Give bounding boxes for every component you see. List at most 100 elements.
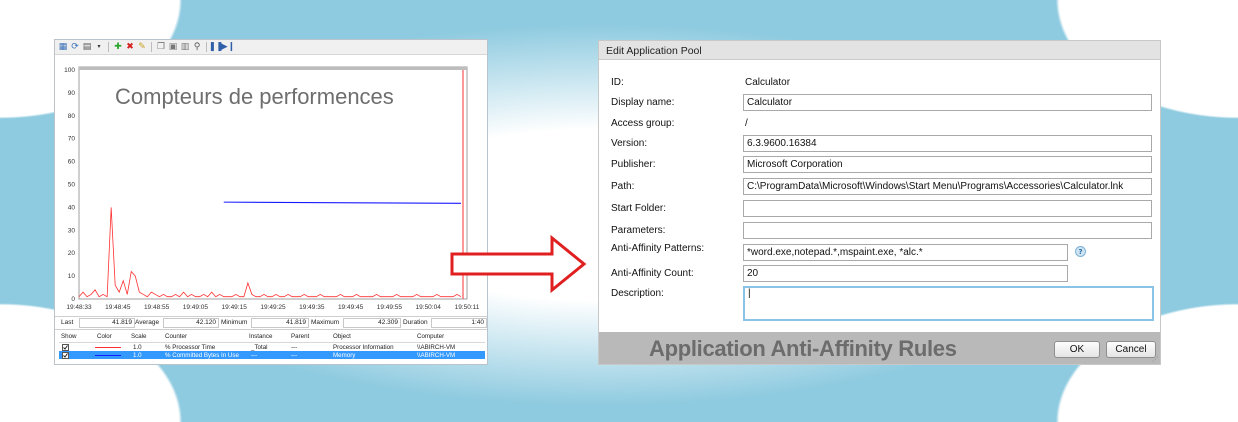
- performance-monitor-window: ▦ ⟳ ▤ ▾ ✚ ✖ ✎ ❐ ▣ ▥ ⚲ ❚❚ ▶❙ 100 90 80 70 60 5…: [54, 39, 488, 365]
- stat-average-label: Average: [135, 319, 160, 326]
- x-axis-ticks: 19:48:33 19:48:45 19:48:55 19:49:05 19:49:15…: [66, 304, 479, 311]
- stat-minimum-label: Minimum: [221, 319, 248, 326]
- stat-duration-value: 1:40: [431, 318, 487, 328]
- cell-scale: 1.0: [133, 352, 142, 359]
- stat-last-value: 41.819: [79, 318, 135, 328]
- path-label: Path:: [611, 181, 635, 192]
- update-data-icon[interactable]: ▶❙: [221, 42, 235, 52]
- show-checkbox[interactable]: [62, 352, 69, 359]
- description-label: Description:: [611, 288, 664, 299]
- change-graph-type-icon[interactable]: ▤: [82, 42, 92, 52]
- x-tick-label: 19:49:45: [338, 304, 364, 311]
- column-header[interactable]: Scale: [131, 333, 146, 340]
- cell-counter: % Processor Time: [165, 344, 216, 351]
- stat-minimum-value: 41.819: [251, 318, 309, 328]
- display-name-input[interactable]: Calculator: [743, 94, 1152, 111]
- y-tick-label: 40: [68, 204, 76, 211]
- x-tick-label: 19:48:33: [66, 304, 92, 311]
- column-header[interactable]: Color: [97, 333, 112, 340]
- toolbar-separator: [151, 42, 152, 52]
- highlight-icon[interactable]: ✎: [137, 42, 147, 52]
- y-tick-label: 80: [68, 113, 76, 120]
- parameters-label: Parameters:: [611, 225, 666, 236]
- ok-button[interactable]: OK: [1054, 341, 1100, 358]
- x-tick-label: 19:49:05: [183, 304, 209, 311]
- color-swatch: [95, 355, 121, 356]
- footer-caption: Application Anti-Affinity Rules: [649, 336, 957, 361]
- version-input[interactable]: 6.3.9600.16384: [743, 135, 1152, 152]
- cancel-button[interactable]: Cancel: [1106, 341, 1156, 358]
- cell-computer: \\ABIRCH-VM: [417, 344, 456, 351]
- x-tick-label: 19:49:25: [260, 304, 286, 311]
- y-axis-ticks: 1009080706050403020100: [64, 67, 75, 303]
- view-graph-icon[interactable]: ▦: [58, 42, 68, 52]
- y-tick-label: 90: [68, 90, 76, 97]
- table-row[interactable]: 1.0 % Committed Bytes In Use --- --- Mem…: [59, 351, 485, 359]
- zoom-icon[interactable]: ⚲: [192, 42, 202, 52]
- anti-affinity-patterns-label: Anti-Affinity Patterns:: [611, 243, 705, 254]
- statistics-bar: Last 41.819 Average 42.120 Minimum 41.81…: [55, 316, 487, 330]
- x-tick-label: 19:50:11: [455, 304, 480, 311]
- column-header[interactable]: Counter: [165, 333, 187, 340]
- perfmon-toolbar: ▦ ⟳ ▤ ▾ ✚ ✖ ✎ ❐ ▣ ▥ ⚲ ❚❚ ▶❙: [55, 40, 487, 55]
- toolbar-separator: [206, 42, 207, 52]
- help-icon[interactable]: ?: [1075, 246, 1086, 257]
- x-tick-label: 19:49:35: [299, 304, 325, 311]
- cell-parent: ---: [291, 344, 298, 351]
- display-name-label: Display name:: [611, 97, 675, 108]
- cell-object: Processor Information: [333, 344, 394, 351]
- y-tick-label: 20: [68, 250, 76, 257]
- publisher-input[interactable]: Microsoft Corporation: [743, 156, 1152, 173]
- x-tick-label: 19:50:04: [416, 304, 442, 311]
- cell-instance: _Total: [251, 344, 268, 351]
- counter-legend-table: Show Color Scale Counter Instance Parent…: [59, 332, 485, 359]
- resize-grip-icon[interactable]: ⋰: [1152, 356, 1159, 363]
- version-label: Version:: [611, 138, 648, 149]
- start-folder-input[interactable]: [743, 200, 1152, 217]
- parameters-input[interactable]: [743, 222, 1152, 239]
- add-counter-icon[interactable]: ✚: [113, 42, 123, 52]
- x-tick-label: 19:49:55: [377, 304, 403, 311]
- freeze-icon[interactable]: ❚❚: [208, 42, 223, 52]
- cell-parent: ---: [291, 352, 298, 359]
- toolbar-separator: [108, 42, 109, 52]
- y-tick-label: 30: [68, 227, 76, 234]
- refresh-icon[interactable]: ⟳: [70, 42, 80, 52]
- x-tick-label: 19:48:55: [144, 304, 170, 311]
- column-header[interactable]: Parent: [291, 333, 309, 340]
- color-swatch: [95, 347, 121, 348]
- table-row[interactable]: 1.0 % Processor Time _Total --- Processo…: [59, 343, 485, 351]
- description-textarea[interactable]: |: [743, 286, 1154, 321]
- cell-counter: % Committed Bytes In Use: [165, 352, 239, 359]
- dialog-title: Edit Application Pool: [606, 45, 702, 57]
- cell-object: Memory: [333, 352, 356, 359]
- anti-affinity-count-input[interactable]: 20: [743, 265, 1068, 282]
- chevron-down-icon[interactable]: ▾: [94, 42, 104, 52]
- stat-maximum-label: Maximum: [311, 319, 340, 326]
- cell-computer: \\ABIRCH-VM: [417, 352, 456, 359]
- chart-title: Compteurs de performences: [115, 84, 394, 109]
- id-value: Calculator: [745, 77, 791, 88]
- column-header[interactable]: Show: [61, 333, 76, 340]
- path-input[interactable]: C:\ProgramData\Microsoft\Windows\Start M…: [743, 178, 1152, 195]
- copy-icon[interactable]: ❐: [156, 42, 166, 52]
- access-group-label: Access group:: [611, 118, 675, 129]
- stat-duration-label: Duration: [403, 319, 428, 326]
- delete-counter-icon[interactable]: ✖: [125, 42, 135, 52]
- x-tick-label: 19:48:45: [105, 304, 131, 311]
- table-header: Show Color Scale Counter Instance Parent…: [59, 332, 485, 343]
- show-checkbox[interactable]: [62, 344, 69, 351]
- column-header[interactable]: Object: [333, 333, 351, 340]
- cell-instance: ---: [251, 352, 258, 359]
- y-tick-label: 50: [68, 182, 76, 189]
- anti-affinity-patterns-input[interactable]: *word.exe,notepad.*,mspaint.exe, *alc.*: [743, 244, 1068, 261]
- column-header[interactable]: Computer: [417, 333, 444, 340]
- y-tick-label: 100: [64, 67, 75, 74]
- performance-chart: 1009080706050403020100 19:48:33 19:48:45 1…: [64, 66, 480, 311]
- start-folder-label: Start Folder:: [611, 203, 667, 214]
- column-header[interactable]: Instance: [249, 333, 272, 340]
- paste-icon[interactable]: ▣: [168, 42, 178, 52]
- stat-last-label: Last: [61, 319, 74, 326]
- y-tick-label: 10: [68, 273, 76, 280]
- properties-icon[interactable]: ▥: [180, 42, 190, 52]
